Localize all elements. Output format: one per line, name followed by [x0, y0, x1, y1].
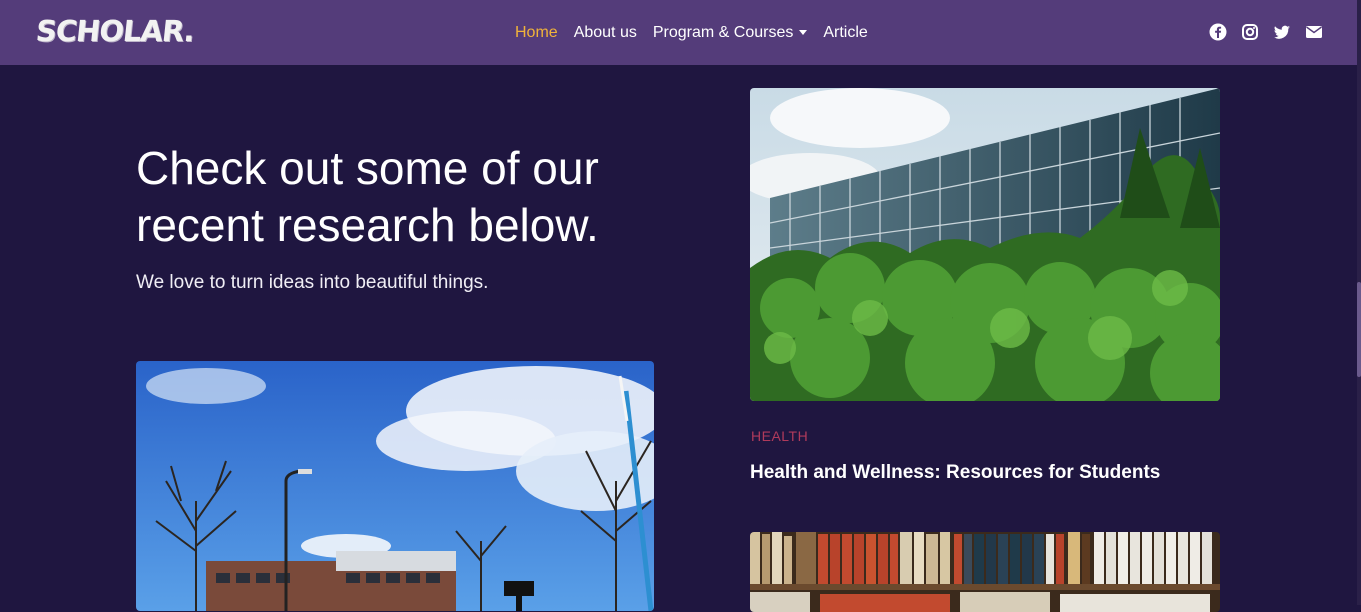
card-category[interactable]: HEALTH [751, 428, 808, 444]
envelope-icon[interactable] [1305, 23, 1323, 41]
nav-link-programs-label: Program & Courses [652, 24, 794, 41]
card-title[interactable]: Health and Wellness: Resources for Stude… [750, 462, 1160, 484]
campus-building-image[interactable] [136, 361, 654, 611]
nav-link-home[interactable]: Home [515, 24, 558, 42]
hero-subtitle: We love to turn ideas into beautiful thi… [136, 272, 489, 293]
instagram-icon[interactable] [1241, 23, 1259, 41]
nav-link-article[interactable]: Article [823, 24, 867, 42]
twitter-icon[interactable] [1273, 23, 1291, 41]
scrollbar-thumb[interactable] [1357, 282, 1361, 377]
facebook-icon[interactable] [1209, 23, 1227, 41]
nav-link-about[interactable]: About us [574, 24, 637, 42]
bookshelf-image[interactable] [750, 532, 1220, 612]
social-links [1209, 23, 1323, 41]
main-nav: Home About us Program & Courses Article [515, 24, 868, 42]
brand-logo[interactable]: SCHOLAR. [34, 14, 195, 48]
navbar: SCHOLAR. Home About us Program & Courses… [0, 0, 1357, 65]
glass-building-image[interactable] [750, 88, 1220, 401]
nav-link-programs[interactable]: Program & Courses [653, 24, 808, 42]
hero-title: Check out some of our recent research be… [136, 142, 599, 251]
caret-down-icon [799, 30, 808, 36]
